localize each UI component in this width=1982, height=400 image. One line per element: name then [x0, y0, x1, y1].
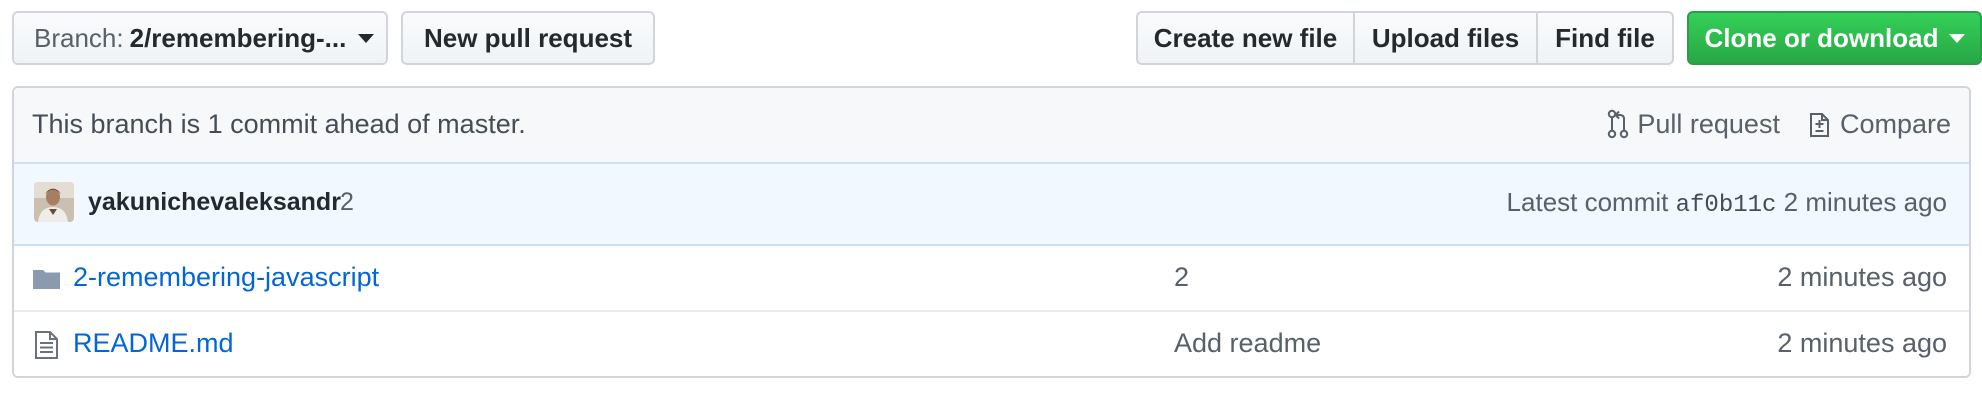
author-avatar[interactable] [34, 182, 74, 222]
folder-icon [33, 270, 60, 289]
compare-label: Compare [1839, 108, 1951, 139]
git-pull-request-icon [1608, 109, 1629, 139]
latest-commit-bar: yakunichevaleksandr 2 Latest commit af0b… [14, 164, 1969, 246]
branch-infobar: This branch is 1 commit ahead of master.… [14, 88, 1969, 164]
caret-down-icon [358, 33, 375, 43]
branch-status-text: This branch is 1 commit ahead of master. [32, 109, 526, 139]
commit-meta: Latest commit af0b11c 2 minutes ago [1507, 187, 1947, 219]
file-diff-icon [1809, 113, 1829, 137]
clone-or-download-button[interactable]: Clone or download [1687, 11, 1982, 65]
caret-down-icon [1948, 33, 1965, 43]
clone-or-download-label: Clone or download [1704, 22, 1939, 53]
repo-file-navigation: Branch: 2/remembering-... New pull reque… [0, 0, 1982, 400]
commit-sha-link[interactable]: af0b11c [1676, 192, 1777, 219]
file-name-link[interactable]: README.md [73, 328, 234, 359]
table-row: 2-remembering-javascript 2 2 minutes ago [14, 246, 1969, 312]
avatar-image-icon [34, 182, 74, 222]
file-text-icon [35, 331, 58, 359]
commit-author-link[interactable]: yakunichevaleksandr [88, 188, 341, 217]
latest-commit-label: Latest commit [1506, 187, 1669, 217]
compare-link[interactable]: Compare [1808, 109, 1951, 140]
create-new-file-button[interactable]: Create new file [1136, 11, 1355, 65]
file-age: 2 minutes ago [1777, 328, 1947, 358]
branch-label: Branch: [34, 22, 124, 53]
table-row: README.md Add readme 2 minutes ago [14, 312, 1969, 376]
new-pull-request-button[interactable]: New pull request [401, 11, 655, 65]
file-age: 2 minutes ago [1777, 262, 1947, 292]
pull-request-label: Pull request [1637, 108, 1780, 139]
file-commit-message-link[interactable]: 2 [1174, 262, 1189, 293]
pull-request-link[interactable]: Pull request [1607, 109, 1780, 140]
file-listing-box: This branch is 1 commit ahead of master.… [12, 86, 1971, 378]
file-commit-message-link[interactable]: Add readme [1174, 328, 1321, 359]
branch-actions: Pull request Compare [1579, 106, 1951, 142]
branch-select-button[interactable]: Branch: 2/remembering-... [12, 11, 388, 65]
file-actions-button-group: Create new file Upload files Find file [1136, 11, 1674, 65]
upload-files-button[interactable]: Upload files [1355, 11, 1538, 65]
branch-name: 2/remembering-... [129, 22, 347, 53]
file-navigation-toolbar: Branch: 2/remembering-... New pull reque… [12, 11, 1982, 65]
commit-age: 2 minutes ago [1783, 187, 1947, 217]
commit-message-link[interactable]: 2 [340, 188, 354, 217]
file-name-link[interactable]: 2-remembering-javascript [73, 262, 379, 293]
find-file-button[interactable]: Find file [1538, 11, 1674, 65]
